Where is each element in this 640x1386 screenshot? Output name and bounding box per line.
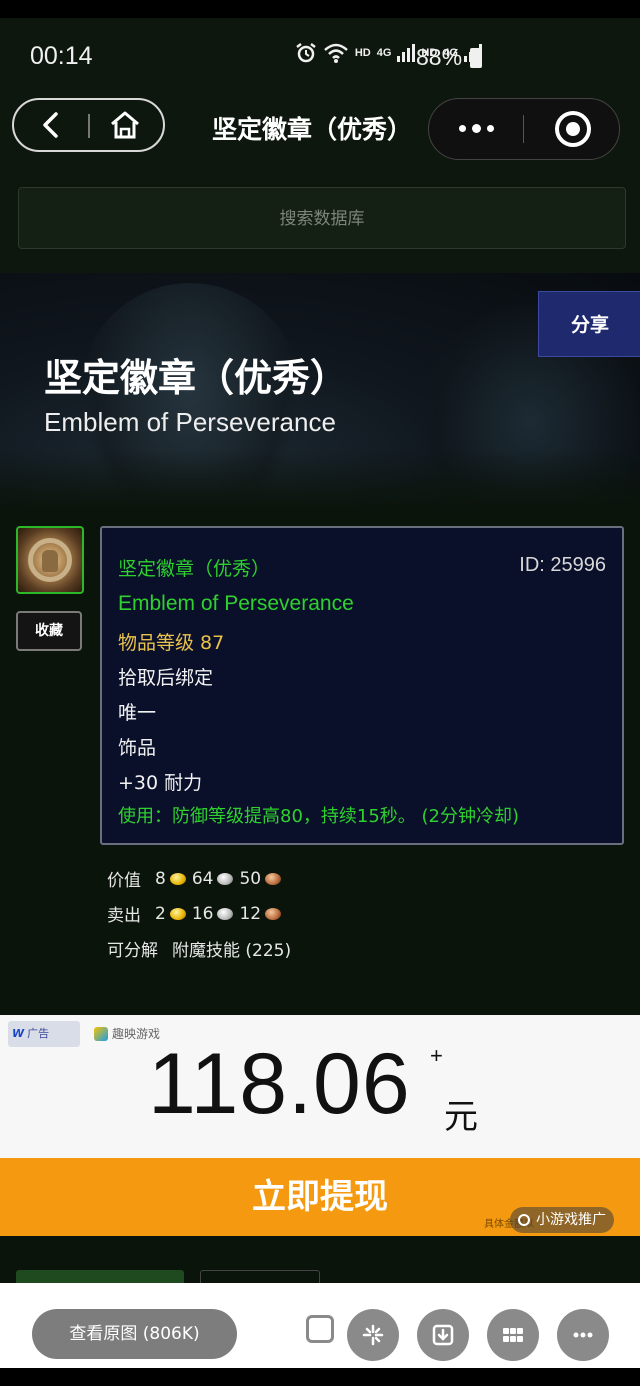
sell-copper: 12 xyxy=(239,903,262,924)
download-icon[interactable] xyxy=(417,1309,469,1361)
disenchant-row: 可分解 附魔技能 (225) xyxy=(107,936,291,961)
value-row: 价值 8 64 50 xyxy=(107,866,287,891)
sell-label: 卖出 xyxy=(107,906,141,926)
ad-banner[interactable]: W 广告 趣映游戏 118.06 + 元 立即提现 具体金额以 小游戏推广 xyxy=(0,1015,640,1236)
item-unique: 唯一 xyxy=(118,702,157,724)
nav-capsule-left xyxy=(12,98,165,152)
item-bind: 拾取后绑定 xyxy=(118,667,214,689)
search-section: 搜索数据库 xyxy=(0,185,640,273)
hd-label-1: HD xyxy=(354,47,371,59)
signal-icon-1 xyxy=(397,44,416,62)
ad-amount-plus: + xyxy=(430,1043,443,1068)
value-silver: 64 xyxy=(191,868,214,889)
value-copper: 50 xyxy=(239,868,262,889)
square-icon[interactable] xyxy=(306,1315,334,1343)
sell-gold: 2 xyxy=(155,903,166,924)
system-nav-bar xyxy=(0,1368,640,1386)
copper-coin-icon xyxy=(265,872,282,885)
view-original-button[interactable]: 查看原图 (806K) xyxy=(32,1309,237,1359)
grid-icon[interactable] xyxy=(487,1309,539,1361)
close-miniapp-icon[interactable] xyxy=(555,111,591,147)
status-bar: 00:14 HD 4G HD 4G 88% xyxy=(0,0,640,95)
item-emblem-icon xyxy=(16,526,84,594)
item-name-en: Emblem of Perseverance xyxy=(118,592,354,615)
spark-icon[interactable] xyxy=(347,1309,399,1361)
sell-silver: 16 xyxy=(191,903,214,924)
search-input[interactable]: 搜索数据库 xyxy=(18,187,626,249)
mini-game-promo-tag[interactable]: 小游戏推广 xyxy=(510,1207,614,1233)
item-level: 物品等级 87 xyxy=(118,632,225,654)
item-use-effect: 使用：防御等级提高80，持续15秒。 (2分钟冷却) xyxy=(118,806,520,827)
back-arrow-icon[interactable] xyxy=(36,110,66,140)
battery-percent: 88% xyxy=(416,44,463,70)
silver-coin-icon xyxy=(217,907,234,920)
disenchant-skill: 附魔技能 (225) xyxy=(172,941,292,961)
more-options-icon[interactable] xyxy=(451,113,501,143)
network-label-1: 4G xyxy=(376,47,392,59)
item-id: ID: 25996 xyxy=(519,554,606,576)
item-tooltip: 坚定徽章（优秀） ID: 25996 Emblem of Perseveranc… xyxy=(100,526,624,845)
nav-bar: 坚定徽章（优秀） xyxy=(0,95,640,185)
ad-source-badge: W 广告 xyxy=(8,1021,80,1047)
brand-logo-icon xyxy=(94,1026,108,1041)
item-stat: +30 耐力 xyxy=(118,772,203,794)
wifi-icon xyxy=(324,43,348,63)
gold-coin-icon xyxy=(169,872,186,885)
ad-amount-unit: 元 xyxy=(444,1097,478,1137)
hero-title: 坚定徽章（优秀） xyxy=(44,356,349,400)
copper-coin-icon xyxy=(265,907,282,920)
nav-capsule-right xyxy=(428,98,620,160)
nav-title: 坚定徽章（优秀） xyxy=(212,115,413,144)
item-slot: 饰品 xyxy=(118,737,157,759)
clock: 00:14 xyxy=(30,42,93,70)
favorite-button[interactable]: 收藏 xyxy=(16,611,82,651)
capsule-divider xyxy=(88,114,90,138)
app-screen: 00:14 HD 4G HD 4G 88% 坚定徽章（优秀） 搜索数据库 坚定徽… xyxy=(0,0,640,1386)
disenchant-label: 可分解 xyxy=(107,941,158,961)
capsule-divider-right xyxy=(523,115,524,143)
battery-icon xyxy=(470,48,482,68)
alarm-icon xyxy=(296,43,316,63)
hero-subtitle: Emblem of Perseverance xyxy=(44,407,336,437)
value-label: 价值 xyxy=(107,871,141,891)
gold-coin-icon xyxy=(169,907,186,920)
share-button[interactable]: 分享 xyxy=(538,291,640,357)
silver-coin-icon xyxy=(217,872,234,885)
ad-amount: 118.06 xyxy=(148,1036,411,1132)
home-icon[interactable] xyxy=(108,108,142,142)
item-name-cn: 坚定徽章（优秀） xyxy=(118,558,271,580)
sell-row: 卖出 2 16 12 xyxy=(107,901,287,926)
more-icon[interactable] xyxy=(557,1309,609,1361)
hero-banner: 坚定徽章（优秀） Emblem of Perseverance 分享 xyxy=(0,273,640,509)
value-gold: 8 xyxy=(155,868,166,889)
